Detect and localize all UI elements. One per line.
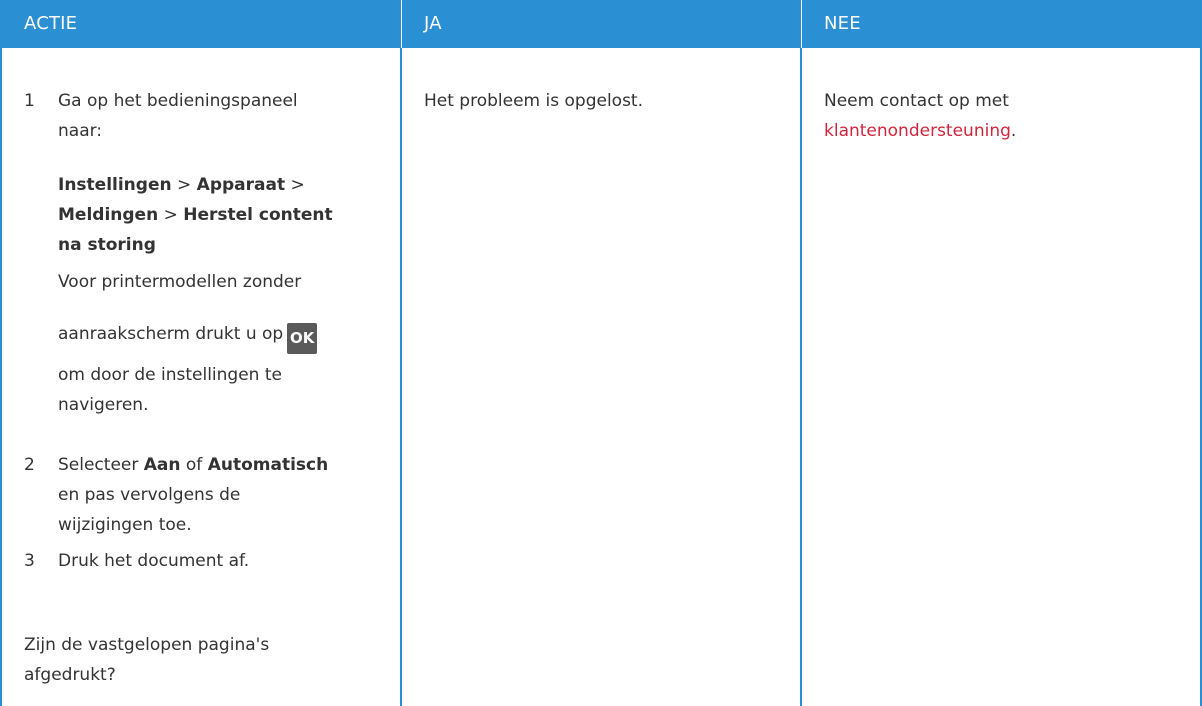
step-1-note: Voor printermodellen zonder (58, 272, 302, 292)
path-separator: > (163, 205, 178, 225)
path-herstel-content: Herstel content (183, 205, 333, 225)
column-border-left (0, 48, 2, 706)
step-2-body: Selecteer Aan of Automatisch en pas verv… (58, 455, 329, 535)
step-number: 2 (24, 455, 35, 475)
troubleshooting-table: ACTIE JA NEE 1 Ga op het bedieningspanee… (0, 0, 1202, 706)
support-link[interactable]: klantenondersteuning (824, 121, 1011, 141)
path-instellingen: Instellingen (58, 175, 172, 195)
header-actie: ACTIE (24, 13, 78, 34)
question: Zijn de vastgelopen pagina's afgedrukt? (24, 635, 270, 685)
step-1-note-ok: aanraakscherm drukt u op OK (58, 320, 398, 354)
path-meldingen: Meldingen (58, 205, 159, 225)
option-automatisch: Automatisch (207, 455, 329, 475)
header-divider (801, 0, 802, 48)
step-number: 1 (24, 91, 35, 111)
step-1-body: Ga op het bedieningspaneel naar: (58, 86, 398, 146)
path-na-storing: na storing (58, 235, 156, 255)
step-number: 3 (24, 551, 35, 571)
step-1-line: naar: (58, 121, 103, 141)
header-ja: JA (424, 13, 442, 34)
header-nee: NEE (824, 13, 861, 34)
ok-button-icon: OK (287, 323, 318, 354)
menu-path: Instellingen > Apparaat > Meldingen > He… (58, 170, 398, 260)
column-border (800, 48, 802, 706)
column-border (400, 48, 402, 706)
table-header: ACTIE JA NEE (0, 0, 1202, 48)
step-1-note-end: om door de instellingen te navigeren. (58, 365, 282, 415)
path-separator: > (177, 175, 192, 195)
no-cell: Neem contact op met klantenondersteuning… (824, 91, 1017, 141)
path-apparaat: Apparaat (196, 175, 286, 195)
header-divider (401, 0, 402, 48)
path-separator: > (290, 175, 305, 195)
step-3-body: Druk het document af. (58, 551, 250, 571)
yes-cell: Het probleem is opgelost. (424, 91, 643, 111)
step-1-line: Ga op het bedieningspaneel (58, 91, 298, 111)
option-aan: Aan (143, 455, 181, 475)
